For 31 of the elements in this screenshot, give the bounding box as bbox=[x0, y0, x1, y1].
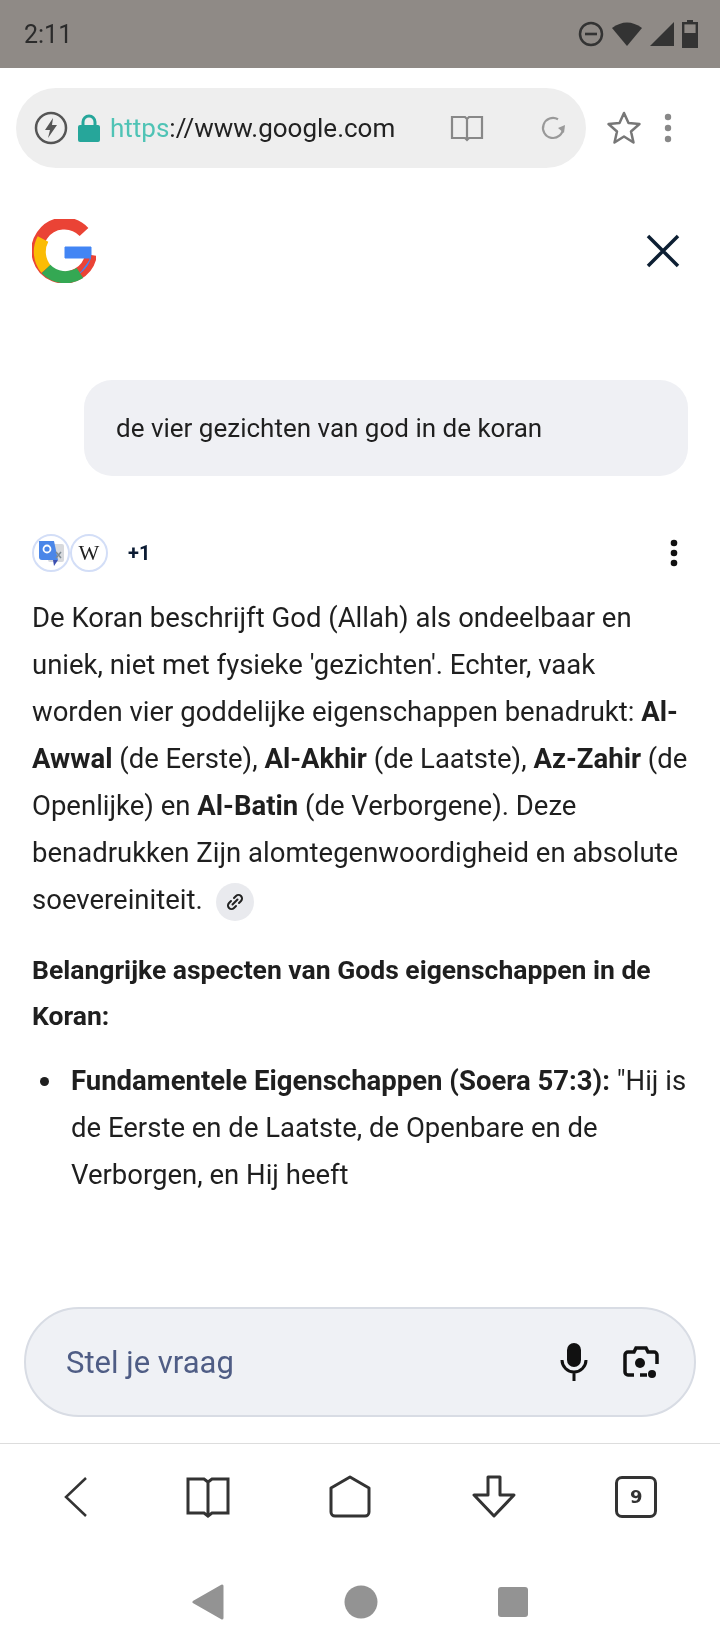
battery-icon bbox=[682, 20, 698, 48]
book-icon[interactable] bbox=[186, 1475, 231, 1518]
close-icon[interactable] bbox=[646, 234, 680, 268]
do-not-disturb-icon bbox=[578, 21, 604, 47]
answer-paragraph: De Koran beschrijft God (Allah) als ondeelbaar en uniek, niet met fysieke 'gezichten'. Echter, vaak worden vier goddelijke eigenschappen benadrukt: Al-Awwal (de Eerste), Al-Akhir (de Laatste), Az-Zahir (de Openlijke) en Al-Batin (de Verborgene). Deze benadrukken Zijn alomtegenwoordigheid en absolute soevereiniteit. bbox=[32, 594, 688, 923]
url-text: https://www.google.com bbox=[110, 113, 397, 143]
back-icon[interactable] bbox=[62, 1475, 89, 1518]
menu-icon[interactable] bbox=[664, 113, 672, 143]
system-back-icon[interactable] bbox=[192, 1584, 224, 1620]
star-icon[interactable] bbox=[606, 111, 642, 145]
home-icon[interactable] bbox=[328, 1474, 372, 1519]
signal-icon bbox=[650, 22, 674, 46]
system-home-icon[interactable] bbox=[344, 1585, 378, 1619]
query-bubble: de vier gezichten van god in de koran bbox=[84, 380, 688, 476]
answer-heading: Belangrijke aspecten van Gods eigenschappen in de Koran: bbox=[32, 953, 652, 1033]
tab-count-button[interactable]: 9 bbox=[615, 1475, 658, 1518]
bullet-text: Fundamentele Eigenschappen (Soera 57:3): "Hij is de Eerste en de Laatste, de Openbare en de Verborgen, en Hij heeft bbox=[71, 1063, 688, 1193]
wikipedia-source-icon[interactable]: W bbox=[70, 534, 108, 572]
bullet-dot bbox=[40, 1077, 49, 1086]
more-sources-count[interactable]: +1 bbox=[128, 541, 151, 565]
google-logo-icon bbox=[32, 219, 96, 283]
lightning-icon bbox=[34, 111, 68, 145]
more-options-icon[interactable] bbox=[670, 539, 678, 567]
link-icon[interactable] bbox=[215, 882, 254, 921]
translate-source-icon[interactable] bbox=[32, 534, 70, 572]
lock-icon bbox=[78, 114, 100, 142]
status-time: 2:11 bbox=[24, 19, 73, 49]
camera-lens-icon[interactable] bbox=[622, 1344, 660, 1380]
wifi-icon bbox=[612, 22, 642, 46]
microphone-icon[interactable] bbox=[560, 1343, 588, 1381]
ask-input-field[interactable]: Stel je vraag bbox=[64, 1342, 526, 1382]
